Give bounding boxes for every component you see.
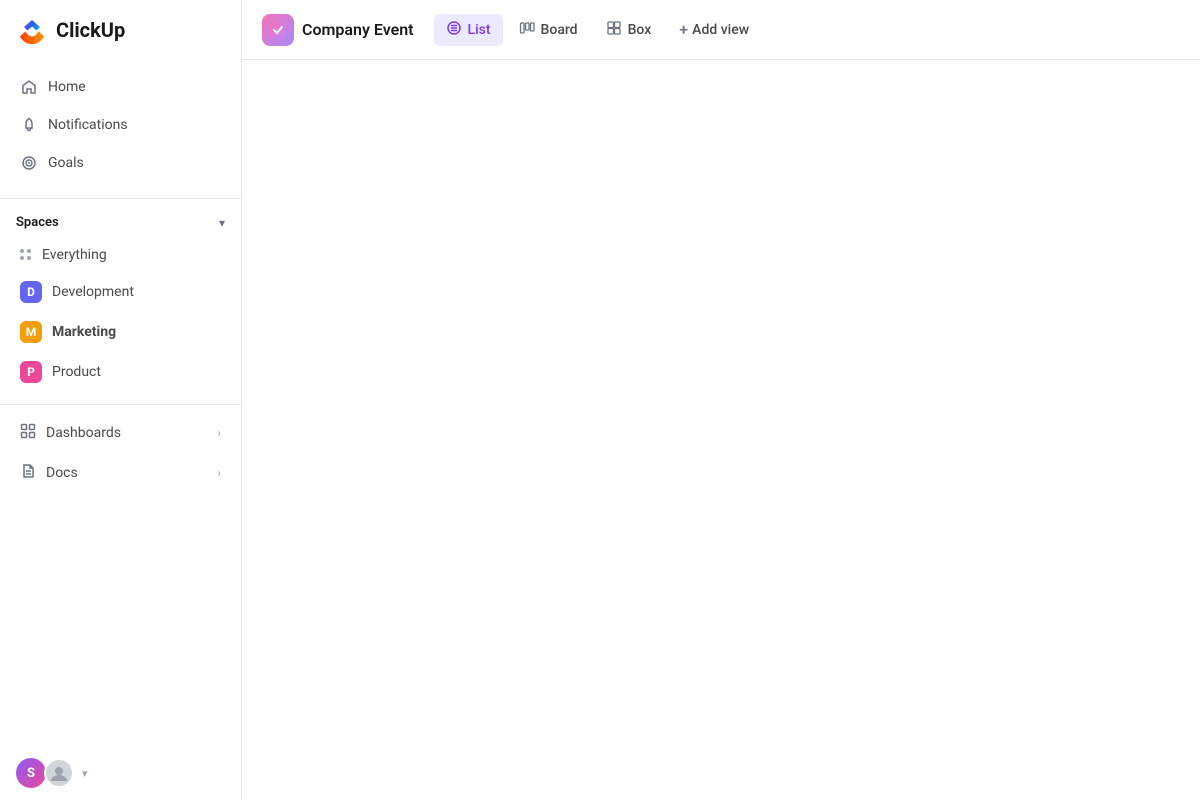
sidebar-item-goals-label: Goals [48, 155, 84, 171]
sidebar-item-goals[interactable]: Goals [4, 144, 237, 182]
sidebar-item-development-label: Development [52, 284, 134, 300]
spaces-title: Spaces [16, 215, 59, 230]
view-tabs: List Board [434, 14, 762, 46]
plus-icon: + [679, 20, 688, 39]
add-view-button[interactable]: + Add view [667, 14, 761, 45]
clickup-logo-icon [16, 14, 48, 46]
topbar: Company Event List [242, 0, 1200, 60]
target-icon [20, 154, 38, 172]
home-icon [20, 78, 38, 96]
product-avatar: P [20, 361, 42, 383]
sidebar-item-notifications-label: Notifications [48, 117, 128, 133]
dashboards-chevron-icon: › [217, 426, 221, 440]
bell-icon [20, 116, 38, 134]
development-avatar: D [20, 281, 42, 303]
list-icon [446, 20, 462, 40]
tab-board-label: Board [541, 22, 578, 38]
tab-list-label: List [468, 22, 491, 38]
user-avatar-photo [44, 758, 74, 788]
tab-board[interactable]: Board [507, 14, 590, 46]
sidebar-item-home-label: Home [48, 79, 86, 95]
chevron-down-icon: ▾ [219, 216, 225, 230]
sidebar-item-docs[interactable]: Docs › [4, 453, 237, 493]
sidebar-item-home[interactable]: Home [4, 68, 237, 106]
divider-2 [0, 404, 241, 405]
add-view-label: Add view [692, 22, 749, 38]
sidebar-footer[interactable]: S ▾ [0, 746, 241, 800]
main-nav: Home Notifications Goals [0, 60, 241, 190]
logo-area: ClickUp [0, 0, 241, 60]
everything-icon [20, 249, 32, 261]
board-icon [519, 20, 535, 40]
sidebar-item-dashboards[interactable]: Dashboards › [4, 413, 237, 453]
divider-1 [0, 198, 241, 199]
tab-list[interactable]: List [434, 14, 503, 46]
sidebar: ClickUp Home Notifications [0, 0, 242, 800]
dashboards-label: Dashboards [46, 425, 121, 441]
box-icon [606, 20, 622, 40]
tab-box[interactable]: Box [594, 14, 664, 46]
workspace-title: Company Event [302, 20, 414, 39]
sidebar-item-marketing[interactable]: M Marketing [4, 312, 237, 352]
user-avatar-s: S [16, 758, 46, 788]
sidebar-item-development[interactable]: D Development [4, 272, 237, 312]
sidebar-item-product-label: Product [52, 364, 101, 380]
docs-icon [20, 463, 36, 483]
sidebar-item-notifications[interactable]: Notifications [4, 106, 237, 144]
dashboards-icon [20, 423, 36, 443]
marketing-avatar: M [20, 321, 42, 343]
content-area [242, 60, 1200, 800]
workspace-icon [262, 14, 294, 46]
docs-chevron-icon: › [217, 466, 221, 480]
spaces-header[interactable]: Spaces ▾ [0, 207, 241, 238]
sidebar-item-product[interactable]: P Product [4, 352, 237, 392]
footer-chevron-icon: ▾ [82, 767, 88, 780]
sidebar-item-everything-label: Everything [42, 247, 107, 263]
sidebar-item-everything[interactable]: Everything [4, 238, 237, 272]
sidebar-item-marketing-label: Marketing [52, 324, 116, 340]
tab-box-label: Box [628, 22, 652, 38]
main-content: Company Event List [242, 0, 1200, 800]
logo-text: ClickUp [56, 18, 125, 42]
docs-label: Docs [46, 465, 78, 481]
